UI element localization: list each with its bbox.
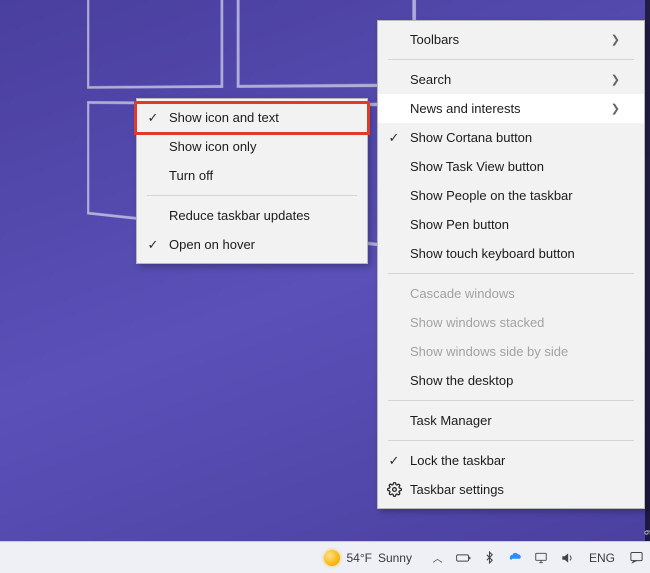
weather-temp: 54°F [346, 551, 371, 565]
chevron-right-icon: ❯ [611, 33, 620, 46]
menu-item-label: Show Pen button [410, 217, 620, 232]
weather-widget[interactable]: 54°F Sunny [324, 550, 412, 566]
action-center-icon[interactable] [629, 550, 644, 565]
taskbar: 54°F Sunny ︿ ENG [0, 541, 650, 573]
news-interests-submenu: ✓ Show icon and text Show icon only Turn… [136, 98, 368, 264]
menu-item-label: Task Manager [410, 413, 620, 428]
menu-item-turn-off[interactable]: Turn off [137, 161, 367, 190]
weather-condition: Sunny [378, 551, 412, 565]
menu-item-label: Toolbars [410, 32, 593, 47]
menu-item-task-manager[interactable]: Task Manager [378, 406, 644, 435]
menu-item-label: Show icon and text [169, 110, 343, 125]
separator [388, 273, 634, 274]
menu-item-show-icon-only[interactable]: Show icon only [137, 132, 367, 161]
menu-item-label: Show touch keyboard button [410, 246, 620, 261]
menu-item-label: Show icon only [169, 139, 343, 154]
menu-item-label: Show Cortana button [410, 130, 620, 145]
separator [388, 440, 634, 441]
menu-item-label: Show the desktop [410, 373, 620, 388]
menu-item-show-people[interactable]: Show People on the taskbar [378, 181, 644, 210]
menu-item-show-touch-keyboard-button[interactable]: Show touch keyboard button [378, 239, 644, 268]
bluetooth-icon[interactable] [482, 550, 497, 565]
sun-icon [324, 550, 340, 566]
menu-item-show-task-view-button[interactable]: Show Task View button [378, 152, 644, 181]
menu-item-label: Lock the taskbar [410, 453, 620, 468]
menu-item-show-pen-button[interactable]: Show Pen button [378, 210, 644, 239]
right-edge-strip: 6 [645, 0, 650, 541]
check-icon: ✓ [378, 130, 410, 146]
menu-item-show-the-desktop[interactable]: Show the desktop [378, 366, 644, 395]
separator [388, 59, 634, 60]
language-indicator[interactable]: ENG [586, 551, 618, 565]
volume-icon[interactable] [560, 550, 575, 565]
menu-item-label: Show windows side by side [410, 344, 620, 359]
chevron-right-icon: ❯ [611, 73, 620, 86]
menu-item-label: Cascade windows [410, 286, 620, 301]
taskbar-context-menu: Toolbars ❯ Search ❯ News and interests ❯… [377, 20, 645, 509]
menu-item-show-windows-stacked: Show windows stacked [378, 308, 644, 337]
menu-item-label: Open on hover [169, 237, 343, 252]
gear-icon [378, 482, 410, 497]
menu-item-label: Show Task View button [410, 159, 620, 174]
tray-overflow-icon[interactable]: ︿ [430, 550, 445, 565]
menu-item-label: Show People on the taskbar [410, 188, 620, 203]
menu-item-taskbar-settings[interactable]: Taskbar settings [378, 475, 644, 504]
menu-item-show-cortana-button[interactable]: ✓ Show Cortana button [378, 123, 644, 152]
chevron-right-icon: ❯ [611, 102, 620, 115]
menu-item-open-on-hover[interactable]: ✓ Open on hover [137, 230, 367, 259]
battery-icon[interactable] [456, 550, 471, 565]
menu-item-label: Turn off [169, 168, 343, 183]
menu-item-reduce-updates[interactable]: Reduce taskbar updates [137, 201, 367, 230]
menu-item-label: Reduce taskbar updates [169, 208, 343, 223]
check-icon: ✓ [137, 110, 169, 126]
separator [147, 195, 357, 196]
menu-item-label: Taskbar settings [410, 482, 620, 497]
menu-item-toolbars[interactable]: Toolbars ❯ [378, 25, 644, 54]
menu-item-cascade-windows: Cascade windows [378, 279, 644, 308]
separator [388, 400, 634, 401]
check-icon: ✓ [137, 237, 169, 253]
check-icon: ✓ [378, 453, 410, 469]
clock-fragment: 6 [643, 530, 650, 535]
menu-item-news-and-interests[interactable]: News and interests ❯ [378, 94, 644, 123]
menu-item-label: Search [410, 72, 593, 87]
menu-item-show-windows-side-by-side: Show windows side by side [378, 337, 644, 366]
menu-item-show-icon-and-text[interactable]: ✓ Show icon and text [137, 103, 367, 132]
menu-item-label: News and interests [410, 101, 593, 116]
menu-item-search[interactable]: Search ❯ [378, 65, 644, 94]
system-tray: ︿ ENG [430, 550, 644, 565]
onedrive-icon[interactable] [508, 550, 523, 565]
menu-item-lock-the-taskbar[interactable]: ✓ Lock the taskbar [378, 446, 644, 475]
menu-item-label: Show windows stacked [410, 315, 620, 330]
network-icon[interactable] [534, 550, 549, 565]
